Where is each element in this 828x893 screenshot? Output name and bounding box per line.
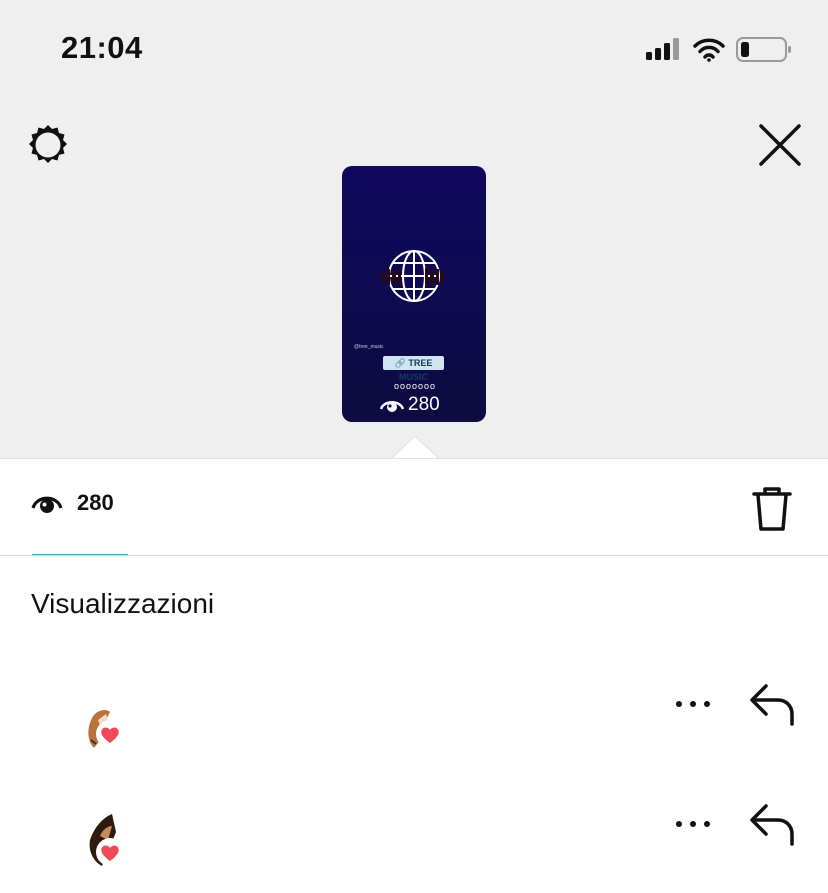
viewer-row[interactable] xyxy=(0,680,828,770)
globe-logo-icon xyxy=(382,250,444,302)
preview-pointer xyxy=(391,436,439,460)
avatar[interactable] xyxy=(72,700,132,760)
signal-icon xyxy=(646,38,679,60)
status-time: 21:04 xyxy=(61,30,143,65)
sheet-top-edge xyxy=(0,458,828,459)
reply-icon[interactable] xyxy=(748,682,796,726)
avatar[interactable] xyxy=(72,812,132,872)
wifi-icon xyxy=(693,38,725,62)
reply-icon[interactable] xyxy=(748,802,796,846)
more-options-icon[interactable] xyxy=(674,818,712,830)
link-icon: 🔗 xyxy=(394,358,406,368)
heart-icon xyxy=(96,720,124,748)
views-count: 280 xyxy=(77,490,114,515)
story-handle: @tree_music xyxy=(354,344,384,350)
eye-icon xyxy=(380,401,404,412)
eye-icon xyxy=(31,496,63,513)
story-preview-header: 21:04 @tree_music 🔗 TREE MUSIC ooooooo 2… xyxy=(0,0,828,458)
close-icon[interactable] xyxy=(758,123,802,167)
views-tab[interactable]: 280 xyxy=(31,490,114,516)
story-view-count: 280 xyxy=(380,394,440,416)
battery-icon xyxy=(736,37,791,62)
story-thumbnail[interactable]: @tree_music 🔗 TREE MUSIC ooooooo 280 xyxy=(342,166,486,422)
link-sticker[interactable]: 🔗 TREE MUSIC xyxy=(383,356,444,382)
heart-icon xyxy=(96,838,124,866)
gear-icon[interactable] xyxy=(25,122,71,168)
trash-icon[interactable] xyxy=(751,485,793,533)
viewer-row[interactable] xyxy=(0,800,828,890)
story-view-count-value: 280 xyxy=(408,394,440,415)
story-dots: ooooooo xyxy=(394,381,437,391)
more-options-icon[interactable] xyxy=(674,698,712,710)
section-title: Visualizzazioni xyxy=(31,588,215,619)
status-icons xyxy=(646,37,791,62)
divider xyxy=(0,555,828,556)
